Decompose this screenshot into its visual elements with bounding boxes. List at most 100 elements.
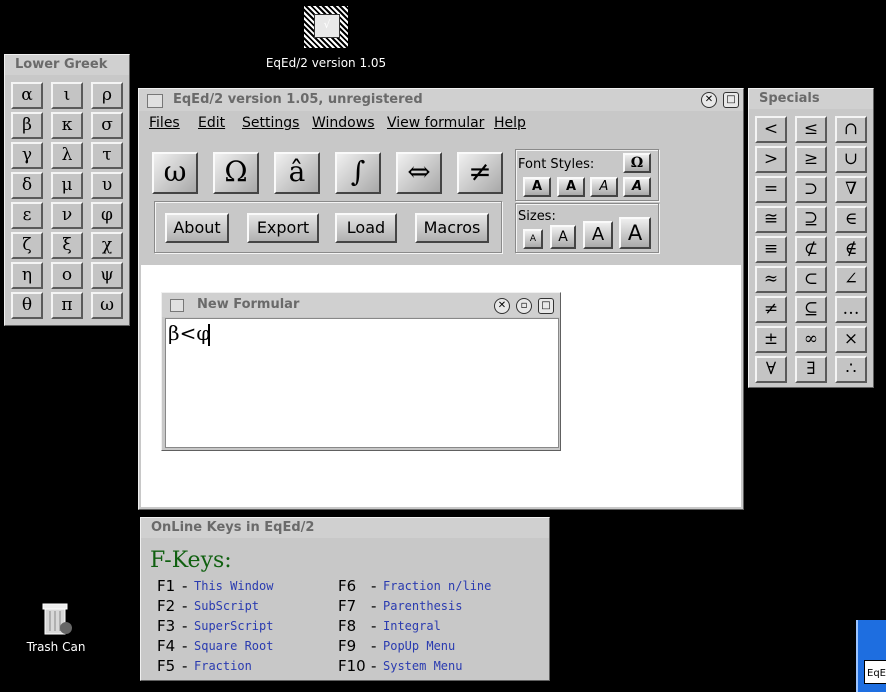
greek-symbol-button[interactable]: θ	[11, 292, 43, 319]
specials-symbol-button[interactable]: ∠	[835, 266, 867, 293]
greek-symbol-button[interactable]: ι	[51, 82, 83, 109]
menu-windows[interactable]: Windows	[312, 115, 375, 131]
menu-files[interactable]: Files	[149, 115, 180, 131]
macros-button[interactable]: Macros	[415, 213, 489, 243]
fkey-description: Fraction	[194, 659, 252, 673]
greek-symbol-button[interactable]: ρ	[91, 82, 123, 109]
greek-symbol-button[interactable]: π	[51, 292, 83, 319]
size-small-button[interactable]: A	[550, 225, 576, 249]
specials-symbol-button[interactable]: …	[835, 296, 867, 323]
specials-symbol-button[interactable]: ≤	[795, 116, 827, 143]
lower-greek-palette: Lower Greek αιρ βκσ γλτ δμυ ενφ ζξχ ηοψ θπω	[4, 54, 130, 326]
greek-symbol-button[interactable]: δ	[11, 172, 43, 199]
greek-symbol-button[interactable]: φ	[91, 202, 123, 229]
specials-symbol-button[interactable]: ∀	[755, 356, 787, 383]
omega-lower-button[interactable]: ω	[152, 152, 198, 194]
about-button[interactable]: About	[165, 213, 229, 243]
greek-symbol-button[interactable]: υ	[91, 172, 123, 199]
specials-titlebar[interactable]: Specials	[749, 89, 873, 109]
greek-symbol-button[interactable]: ω	[91, 292, 123, 319]
size-large-button[interactable]: A	[619, 217, 651, 249]
accent-button[interactable]: â	[274, 152, 320, 194]
specials-symbol-button[interactable]: ⊃	[795, 176, 827, 203]
specials-symbol-button[interactable]: ⊄	[795, 236, 827, 263]
menu-settings[interactable]: Settings	[242, 115, 299, 131]
specials-symbol-button[interactable]: ×	[835, 326, 867, 353]
greek-symbol-button[interactable]: λ	[51, 142, 83, 169]
greek-symbol-button[interactable]: κ	[51, 112, 83, 139]
menu-view-formular[interactable]: View formular	[387, 115, 484, 131]
menu-edit[interactable]: Edit	[198, 115, 225, 131]
greek-symbol-button[interactable]: σ	[91, 112, 123, 139]
main-titlebar[interactable]: EqEd/2 version 1.05, unregistered ✕ □	[139, 89, 743, 111]
specials-symbol-button[interactable]: =	[755, 176, 787, 203]
specials-symbol-button[interactable]: ∞	[795, 326, 827, 353]
specials-symbol-button[interactable]: ∩	[835, 116, 867, 143]
lower-greek-titlebar[interactable]: Lower Greek	[5, 55, 129, 75]
specials-symbol-button[interactable]: ∇	[835, 176, 867, 203]
trash-can-desktop-icon[interactable]: Trash Can	[16, 598, 96, 654]
trash-can-label: Trash Can	[26, 640, 86, 654]
specials-symbol-button[interactable]: ⊂	[795, 266, 827, 293]
specials-symbol-button[interactable]: ∈	[835, 206, 867, 233]
size-medium-button[interactable]: A	[583, 221, 613, 249]
formular-editor[interactable]: β<φ	[165, 318, 559, 448]
greek-symbol-button[interactable]: ξ	[51, 232, 83, 259]
formular-titlebar[interactable]: New Formular ✕ ▫ □	[162, 293, 560, 317]
greek-symbol-button[interactable]: χ	[91, 232, 123, 259]
eqed-desktop-icon[interactable]: √ EqEd/2 version 1.05	[262, 6, 390, 70]
greek-symbol-button[interactable]: β	[11, 112, 43, 139]
greek-symbol-button[interactable]: ε	[11, 202, 43, 229]
specials-symbol-button[interactable]: ≅	[755, 206, 787, 233]
font-style-italic-button[interactable]: A	[590, 177, 618, 197]
not-equal-button[interactable]: ≠	[457, 152, 503, 194]
specials-symbol-button[interactable]: <	[755, 116, 787, 143]
specials-symbol-button[interactable]: ∴	[835, 356, 867, 383]
size-tiny-button[interactable]: A	[523, 229, 543, 249]
greek-symbol-button[interactable]: η	[11, 262, 43, 289]
specials-symbol-button[interactable]: ≠	[755, 296, 787, 323]
specials-symbol-button[interactable]: ∃	[795, 356, 827, 383]
greek-symbol-button[interactable]: τ	[91, 142, 123, 169]
greek-symbol-button[interactable]: ζ	[11, 232, 43, 259]
formular-maximize-icon[interactable]: □	[538, 298, 554, 314]
specials-symbol-button[interactable]: >	[755, 146, 787, 173]
iff-arrow-button[interactable]: ⇔	[396, 152, 442, 194]
specials-symbol-button[interactable]: ∉	[835, 236, 867, 263]
fkey-separator: -	[371, 617, 377, 635]
specials-symbol-button[interactable]: ⊆	[795, 296, 827, 323]
specials-symbol-button[interactable]: ≡	[755, 236, 787, 263]
font-styles-label: Font Styles:	[518, 157, 595, 172]
greek-symbol-button[interactable]: μ	[51, 172, 83, 199]
greek-symbol-button[interactable]: γ	[11, 142, 43, 169]
font-style-bold-italic-button[interactable]: A	[623, 177, 651, 197]
formular-close-icon[interactable]: ✕	[494, 298, 510, 314]
formular-minimize-icon[interactable]: ▫	[516, 298, 532, 314]
specials-symbol-button[interactable]: ≈	[755, 266, 787, 293]
greek-symbol-button[interactable]: ν	[51, 202, 83, 229]
fkey-label: F8	[338, 617, 357, 635]
taskbar-window-fragment[interactable]: EqEd	[856, 620, 886, 692]
font-style-bold-button[interactable]: A	[557, 177, 585, 197]
maximize-icon[interactable]: □	[723, 92, 739, 108]
specials-symbol-button[interactable]: ⊇	[795, 206, 827, 233]
specials-symbol-button[interactable]: ∪	[835, 146, 867, 173]
greek-symbol-button[interactable]: ψ	[91, 262, 123, 289]
integral-button[interactable]: ∫	[335, 152, 381, 194]
menu-help[interactable]: Help	[494, 115, 526, 131]
system-menu-icon[interactable]	[147, 94, 163, 108]
specials-symbol-button[interactable]: ±	[755, 326, 787, 353]
greek-symbol-button[interactable]: ο	[51, 262, 83, 289]
fkey-label: F7	[338, 597, 357, 615]
keys-titlebar[interactable]: OnLine Keys in EqEd/2	[141, 518, 549, 538]
specials-symbol-button[interactable]: ≥	[795, 146, 827, 173]
load-button[interactable]: Load	[335, 213, 397, 243]
omega-upper-button[interactable]: Ω	[213, 152, 259, 194]
font-style-normal-button[interactable]: A	[523, 177, 551, 197]
greek-symbol-button[interactable]: α	[11, 82, 43, 109]
fkey-description: SubScript	[194, 599, 260, 613]
export-button[interactable]: Export	[247, 213, 319, 243]
font-style-symbol-button[interactable]: Ω	[623, 153, 651, 173]
close-icon[interactable]: ✕	[701, 92, 717, 108]
formular-system-menu-icon[interactable]	[170, 299, 184, 312]
